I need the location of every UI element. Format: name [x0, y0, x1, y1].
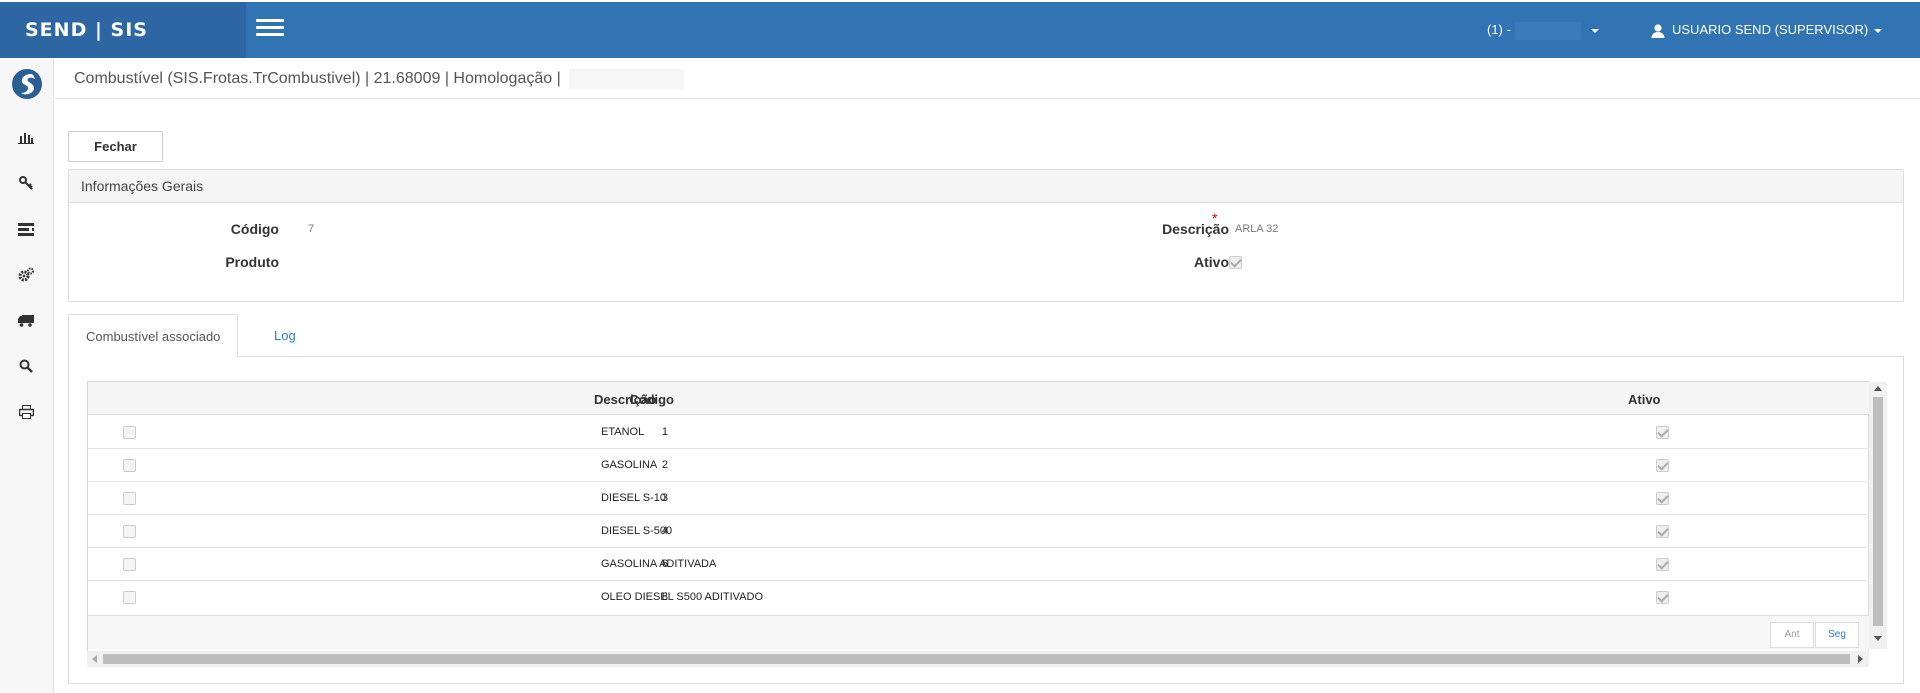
brand-logo[interactable]: SEND | SIS	[0, 2, 246, 58]
panel-heading: Informações Gerais	[69, 170, 1903, 203]
search-icon[interactable]	[15, 355, 37, 377]
col-descricao[interactable]: Descrição	[594, 392, 656, 407]
table-row[interactable]: 2 GASOLINA	[88, 449, 1869, 482]
company-label: (1) -	[1487, 22, 1511, 37]
row-ativo-checkbox[interactable]	[1656, 492, 1669, 505]
required-marker: *	[1212, 210, 1218, 226]
sidebar	[0, 58, 54, 693]
row-ativo-checkbox[interactable]	[1656, 558, 1669, 571]
ativo-label: Ativo	[1194, 254, 1229, 270]
row-select-checkbox[interactable]	[123, 492, 136, 505]
scroll-right-icon[interactable]	[1858, 655, 1863, 663]
tab-log[interactable]: Log	[257, 314, 313, 357]
scroll-left-icon[interactable]	[92, 655, 97, 663]
row-select-checkbox[interactable]	[123, 459, 136, 472]
row-descricao: GASOLINA ADITIVADA	[601, 558, 717, 570]
row-select-checkbox[interactable]	[123, 558, 136, 571]
row-select-checkbox[interactable]	[123, 426, 136, 439]
horizontal-scroll-thumb[interactable]	[103, 654, 1850, 664]
row-descricao: DIESEL S-10	[601, 492, 667, 504]
row-descricao: GASOLINA	[601, 459, 658, 471]
menu-toggle-icon[interactable]	[256, 19, 284, 39]
row-select-checkbox[interactable]	[123, 525, 136, 538]
scroll-up-icon[interactable]	[1874, 386, 1882, 391]
logo-icon[interactable]	[11, 68, 43, 100]
row-ativo-checkbox[interactable]	[1656, 525, 1669, 538]
page-title-wrap: Combustível (SIS.Frotas.TrCombustivel) |…	[74, 69, 684, 89]
tab-combustivel-associado[interactable]: Combustível associado	[68, 314, 239, 357]
table-row[interactable]: 4 DIESEL S-500	[88, 515, 1869, 548]
row-ativo-checkbox[interactable]	[1656, 591, 1669, 604]
descricao-value: ARLA 32	[1235, 223, 1279, 235]
tab-bar: Combustível associado Log	[68, 314, 1904, 357]
codigo-label: Código	[230, 221, 279, 237]
fuel-grid: Código Descrição Ativo 1 ETANOL 2 GASOLI…	[87, 381, 1887, 667]
chevron-down-icon	[1874, 28, 1883, 33]
page-title: Combustível (SIS.Frotas.TrCombustivel) |…	[74, 70, 561, 88]
prev-page-button[interactable]: Ant	[1770, 622, 1814, 648]
ativo-checkbox[interactable]	[1229, 256, 1242, 269]
row-ativo-checkbox[interactable]	[1656, 426, 1669, 439]
grid-pager: Ant Seg	[88, 615, 1869, 649]
chevron-down-icon	[1590, 28, 1599, 33]
row-descricao: DIESEL S-500	[601, 525, 673, 537]
next-page-button[interactable]: Seg	[1815, 622, 1859, 648]
row-ativo-checkbox[interactable]	[1656, 459, 1669, 472]
table-row[interactable]: 1 ETANOL	[88, 416, 1869, 449]
chart-icon[interactable]	[15, 126, 37, 148]
company-selector[interactable]: (1) -	[1487, 2, 1599, 58]
vertical-scrollbar[interactable]	[1869, 382, 1887, 649]
company-name-redacted	[1514, 21, 1581, 40]
table-row[interactable]: 3 DIESEL S-10	[88, 482, 1869, 515]
horizontal-scrollbar[interactable]	[87, 651, 1869, 667]
user-menu[interactable]: USUARIO SEND (SUPERVISOR)	[1650, 2, 1883, 58]
page-header: Combustível (SIS.Frotas.TrCombustivel) |…	[55, 58, 1920, 99]
user-icon	[1651, 23, 1665, 38]
col-ativo[interactable]: Ativo	[1628, 392, 1661, 407]
row-descricao: ETANOL	[601, 426, 645, 438]
grid-header: Código Descrição Ativo	[88, 382, 1869, 415]
codigo-value: 7	[308, 223, 315, 235]
general-info-panel: Informações Gerais Código 7 Produto Desc…	[68, 169, 1904, 302]
list-icon[interactable]	[15, 218, 37, 240]
title-redacted	[568, 69, 684, 89]
descricao-label: Descrição	[1162, 221, 1229, 237]
top-navbar: SEND | SIS (1) - USUARIO SEND (SUPERVISO…	[0, 2, 1920, 58]
key-icon[interactable]	[15, 172, 37, 194]
vertical-scroll-thumb[interactable]	[1873, 397, 1883, 626]
truck-icon[interactable]	[15, 309, 37, 331]
print-icon[interactable]	[15, 401, 37, 423]
table-row[interactable]: 6 GASOLINA ADITIVADA	[88, 548, 1869, 581]
user-name: USUARIO SEND (SUPERVISOR)	[1672, 22, 1869, 37]
row-select-checkbox[interactable]	[123, 591, 136, 604]
table-row[interactable]: 8 OLEO DIESEL S500 ADITIVADO	[88, 581, 1869, 614]
row-descricao: OLEO DIESEL S500 ADITIVADO	[601, 591, 764, 603]
produto-label: Produto	[225, 254, 279, 270]
cogs-icon[interactable]	[15, 263, 37, 285]
scroll-down-icon[interactable]	[1874, 636, 1882, 641]
close-button[interactable]: Fechar	[68, 131, 163, 162]
